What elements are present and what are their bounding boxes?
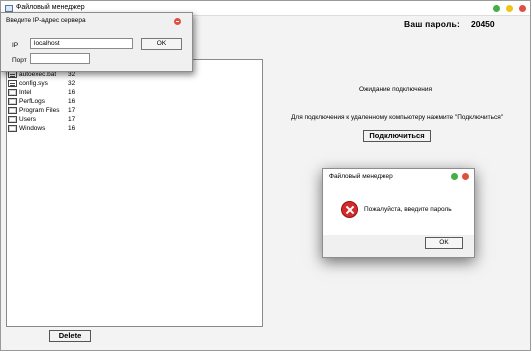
- error-ok-button[interactable]: OK: [425, 237, 463, 249]
- app-icon: [5, 5, 13, 12]
- file-icon: [8, 80, 17, 87]
- file-name: Program Files: [19, 107, 60, 114]
- port-label: Порт: [12, 57, 27, 64]
- file-size: 17: [68, 116, 76, 123]
- folder-icon: [8, 116, 17, 123]
- connect-button[interactable]: Подключиться: [363, 130, 431, 142]
- folder-icon: [8, 125, 17, 132]
- error-icon: [341, 201, 358, 218]
- file-name: Intel: [19, 89, 32, 96]
- window-title: Файловый менеджер: [16, 4, 85, 11]
- file-icon: [8, 71, 17, 78]
- minimize-button[interactable]: [451, 173, 458, 180]
- password-label: Ваш пароль:: [404, 19, 461, 29]
- close-button[interactable]: [462, 173, 469, 180]
- file-size: 16: [68, 98, 76, 105]
- file-name: config.sys: [19, 80, 48, 87]
- ip-dialog-title: Введите IP-адрес сервера: [6, 17, 86, 24]
- error-dialog-title: Файловый менеджер: [329, 173, 393, 180]
- folder-row[interactable]: Program Files 17: [7, 106, 127, 115]
- file-size: 32: [68, 80, 76, 87]
- folder-row[interactable]: Intel 16: [7, 88, 127, 97]
- ip-input[interactable]: localhost: [30, 38, 133, 49]
- connection-status: Ожидание подключения: [359, 86, 433, 93]
- port-input[interactable]: [30, 53, 90, 64]
- folder-icon: [8, 89, 17, 96]
- ip-ok-button[interactable]: OK: [141, 38, 182, 50]
- file-list[interactable]: autoexec.bat 32 config.sys 32 Intel 16 P…: [6, 59, 263, 327]
- close-icon[interactable]: [174, 18, 181, 25]
- file-name: Windows: [19, 125, 46, 132]
- error-dialog-titlebar[interactable]: Файловый менеджер: [323, 169, 474, 183]
- folder-icon: [8, 107, 17, 114]
- delete-button[interactable]: Delete: [49, 330, 91, 342]
- folder-icon: [8, 98, 17, 105]
- connection-hint: Для подключения к удаленному компьютеру …: [291, 114, 504, 121]
- close-button[interactable]: [519, 5, 526, 12]
- ip-label: IP: [12, 42, 19, 49]
- minimize-button[interactable]: [493, 5, 500, 12]
- file-size: 16: [68, 125, 76, 132]
- file-name: PerfLogs: [19, 98, 46, 105]
- folder-row[interactable]: Users 17: [7, 115, 127, 124]
- file-size: 16: [68, 89, 76, 96]
- maximize-button[interactable]: [506, 5, 513, 12]
- password-value: 20450: [471, 19, 495, 29]
- ip-dialog: Введите IP-адрес сервера IP localhost OK…: [0, 12, 193, 72]
- folder-row[interactable]: PerfLogs 16: [7, 97, 127, 106]
- folder-row[interactable]: Windows 16: [7, 124, 127, 133]
- file-name: Users: [19, 116, 36, 123]
- error-message: Пожалуйста, введите пароль: [364, 206, 452, 213]
- file-size: 17: [68, 107, 76, 114]
- file-row[interactable]: config.sys 32: [7, 79, 127, 88]
